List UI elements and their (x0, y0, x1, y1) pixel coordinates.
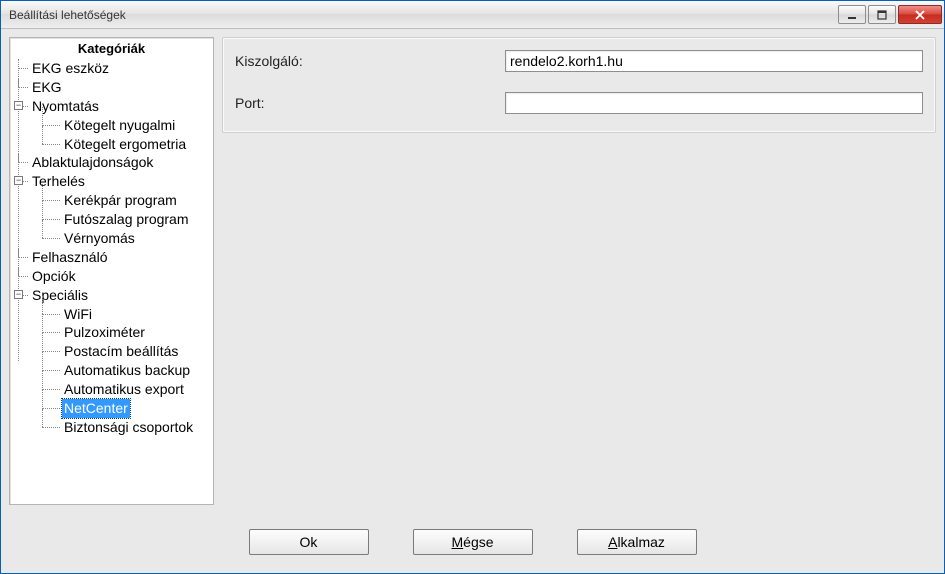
ok-button[interactable]: Ok (249, 529, 369, 555)
tree-item-kotegelt-ergometria[interactable]: Kötegelt ergometria (38, 135, 209, 154)
expander-icon[interactable]: − (14, 101, 23, 110)
window-body: Kategóriák EKG eszköz EKG − Nyomtatás Kö… (1, 29, 944, 513)
maximize-button[interactable] (868, 5, 896, 24)
tree-item-kotegelt-nyugalmi[interactable]: Kötegelt nyugalmi (38, 116, 209, 135)
server-row: Kiszolgáló: (235, 50, 923, 72)
tree-item-pulzoximeter[interactable]: Pulzoximéter (38, 323, 209, 342)
port-label: Port: (235, 95, 505, 111)
server-input[interactable] (505, 50, 923, 72)
content-area: Kiszolgáló: Port: (222, 37, 936, 505)
cancel-button[interactable]: Mégse (413, 529, 533, 555)
window-title: Beállítási lehetőségek (9, 8, 836, 22)
port-input[interactable] (505, 92, 923, 114)
minimize-icon (847, 10, 857, 20)
close-button[interactable] (898, 5, 942, 24)
tree-item-terheles[interactable]: − Terhelés Kerékpár program Futószalag p… (14, 172, 209, 248)
apply-button[interactable]: Alkalmaz (577, 529, 697, 555)
settings-panel: Kiszolgáló: Port: (222, 37, 936, 133)
port-row: Port: (235, 92, 923, 114)
titlebar: Beállítási lehetőségek (1, 1, 944, 29)
categories-tree: EKG eszköz EKG − Nyomtatás Kötegelt nyug… (10, 59, 213, 441)
tree-item-ablaktulajdonsagok[interactable]: Ablaktulajdonságok (14, 153, 209, 172)
tree-item-automatikus-backup[interactable]: Automatikus backup (38, 361, 209, 380)
tree-item-futoszalag-program[interactable]: Futószalag program (38, 210, 209, 229)
tree-item-opciok[interactable]: Opciók (14, 267, 209, 286)
tree-item-netcenter[interactable]: NetCenter (38, 399, 209, 418)
tree-item-specialis[interactable]: − Speciális WiFi Pulzoximéter Postacím b… (14, 286, 209, 437)
tree-item-automatikus-export[interactable]: Automatikus export (38, 380, 209, 399)
tree-item-postacim-beallitas[interactable]: Postacím beállítás (38, 342, 209, 361)
categories-sidebar: Kategóriák EKG eszköz EKG − Nyomtatás Kö… (9, 37, 214, 505)
expander-icon[interactable]: − (14, 290, 23, 299)
settings-window: Beállítási lehetőségek Kategóriák EKG es… (0, 0, 945, 574)
maximize-icon (877, 10, 887, 20)
window-controls (836, 5, 942, 24)
tree-item-nyomtatas[interactable]: − Nyomtatás Kötegelt nyugalmi Kötegelt e… (14, 97, 209, 154)
tree-item-ekg-eszkoz[interactable]: EKG eszköz (14, 59, 209, 78)
server-label: Kiszolgáló: (235, 53, 505, 69)
tree-item-vernyomas[interactable]: Vérnyomás (38, 229, 209, 248)
expander-icon[interactable]: − (14, 176, 23, 185)
sidebar-header: Kategóriák (10, 38, 213, 59)
close-icon (914, 10, 926, 20)
tree-item-biztonsagi-csoportok[interactable]: Biztonsági csoportok (38, 418, 209, 437)
tree-item-kerekpar-program[interactable]: Kerékpár program (38, 191, 209, 210)
dialog-buttons: Ok Mégse Alkalmaz (1, 513, 944, 573)
tree-item-felhasznalo[interactable]: Felhasználó (14, 248, 209, 267)
tree-item-wifi[interactable]: WiFi (38, 305, 209, 324)
minimize-button[interactable] (838, 5, 866, 24)
tree-item-ekg[interactable]: EKG (14, 78, 209, 97)
